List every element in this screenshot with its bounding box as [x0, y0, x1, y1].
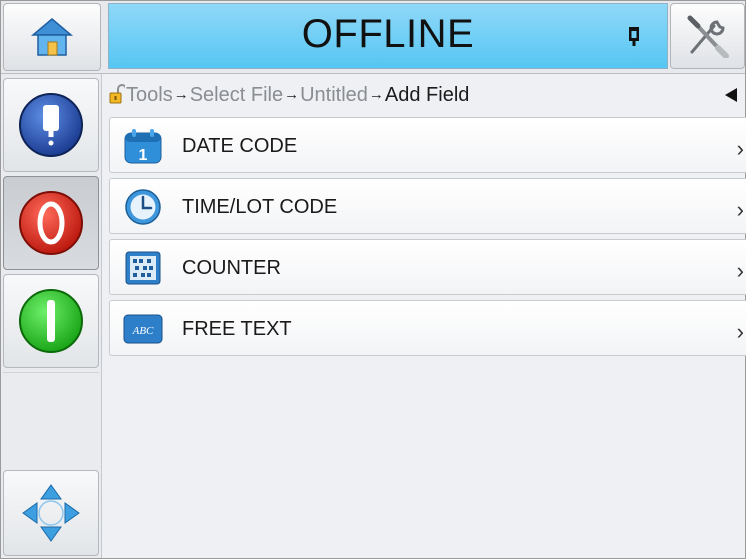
abc-text-icon: ABC — [123, 314, 163, 344]
breadcrumb-item-untitled[interactable]: Untitled — [300, 84, 368, 107]
ink-bottle-icon — [19, 93, 83, 157]
navigation-button[interactable] — [3, 470, 99, 556]
chevron-right-icon: › — [736, 197, 744, 222]
chevron-right-icon: › — [736, 136, 744, 161]
breadcrumb-separator: → — [284, 85, 300, 103]
chevron-right-icon: › — [736, 319, 744, 344]
tools-button[interactable] — [670, 3, 745, 69]
start-icon — [19, 289, 83, 353]
svg-text:ABC: ABC — [132, 325, 154, 337]
breadcrumb-current: Add Field — [384, 83, 470, 106]
list-item-time-lot-code[interactable]: TIME/LOT CODE › — [109, 178, 746, 234]
side-toolbar — [1, 74, 102, 558]
list-item-free-text[interactable]: ABC FREE TEXT › — [109, 300, 746, 356]
calendar-icon: 1 — [124, 129, 162, 164]
list-item-label: TIME/LOT CODE — [182, 196, 338, 218]
ink-system-button[interactable] — [3, 78, 99, 172]
chevron-right-icon: › — [736, 258, 744, 283]
top-bar: OFFLINE — [1, 1, 745, 74]
start-button[interactable] — [3, 274, 99, 368]
list-item-label: FREE TEXT — [182, 318, 292, 340]
breadcrumb-separator: → — [368, 85, 384, 103]
list-item-label: DATE CODE — [182, 135, 298, 157]
unlock-icon — [109, 84, 125, 104]
abacus-icon — [125, 251, 161, 285]
app-window: OFFLINE Tools → Select File → Untitled →… — [0, 0, 746, 559]
list-item-counter[interactable]: COUNTER › — [109, 239, 746, 295]
tools-icon — [687, 15, 729, 58]
home-button[interactable] — [3, 3, 101, 71]
clock-icon — [125, 189, 161, 225]
breadcrumb-separator: → — [173, 85, 189, 103]
side-empty-slot — [3, 372, 99, 463]
back-arrow-icon[interactable] — [725, 88, 737, 102]
breadcrumb-item-select-file[interactable]: Select File — [190, 84, 283, 107]
breadcrumb: Tools → Select File → Untitled → Add Fie… — [109, 79, 745, 111]
breadcrumb-item-tools[interactable]: Tools — [126, 84, 173, 107]
status-text: OFFLINE — [301, 12, 475, 56]
status-bar: OFFLINE — [108, 3, 668, 69]
list-item-label: COUNTER — [182, 257, 281, 279]
stop-icon — [19, 191, 83, 255]
stop-button[interactable] — [3, 176, 99, 270]
svg-text:1: 1 — [139, 147, 148, 164]
navigation-arrows-icon — [22, 484, 80, 542]
list-item-date-code[interactable]: 1 DATE CODE › — [109, 117, 746, 173]
printhead-alert-icon[interactable] — [628, 26, 640, 48]
home-icon — [30, 18, 74, 56]
